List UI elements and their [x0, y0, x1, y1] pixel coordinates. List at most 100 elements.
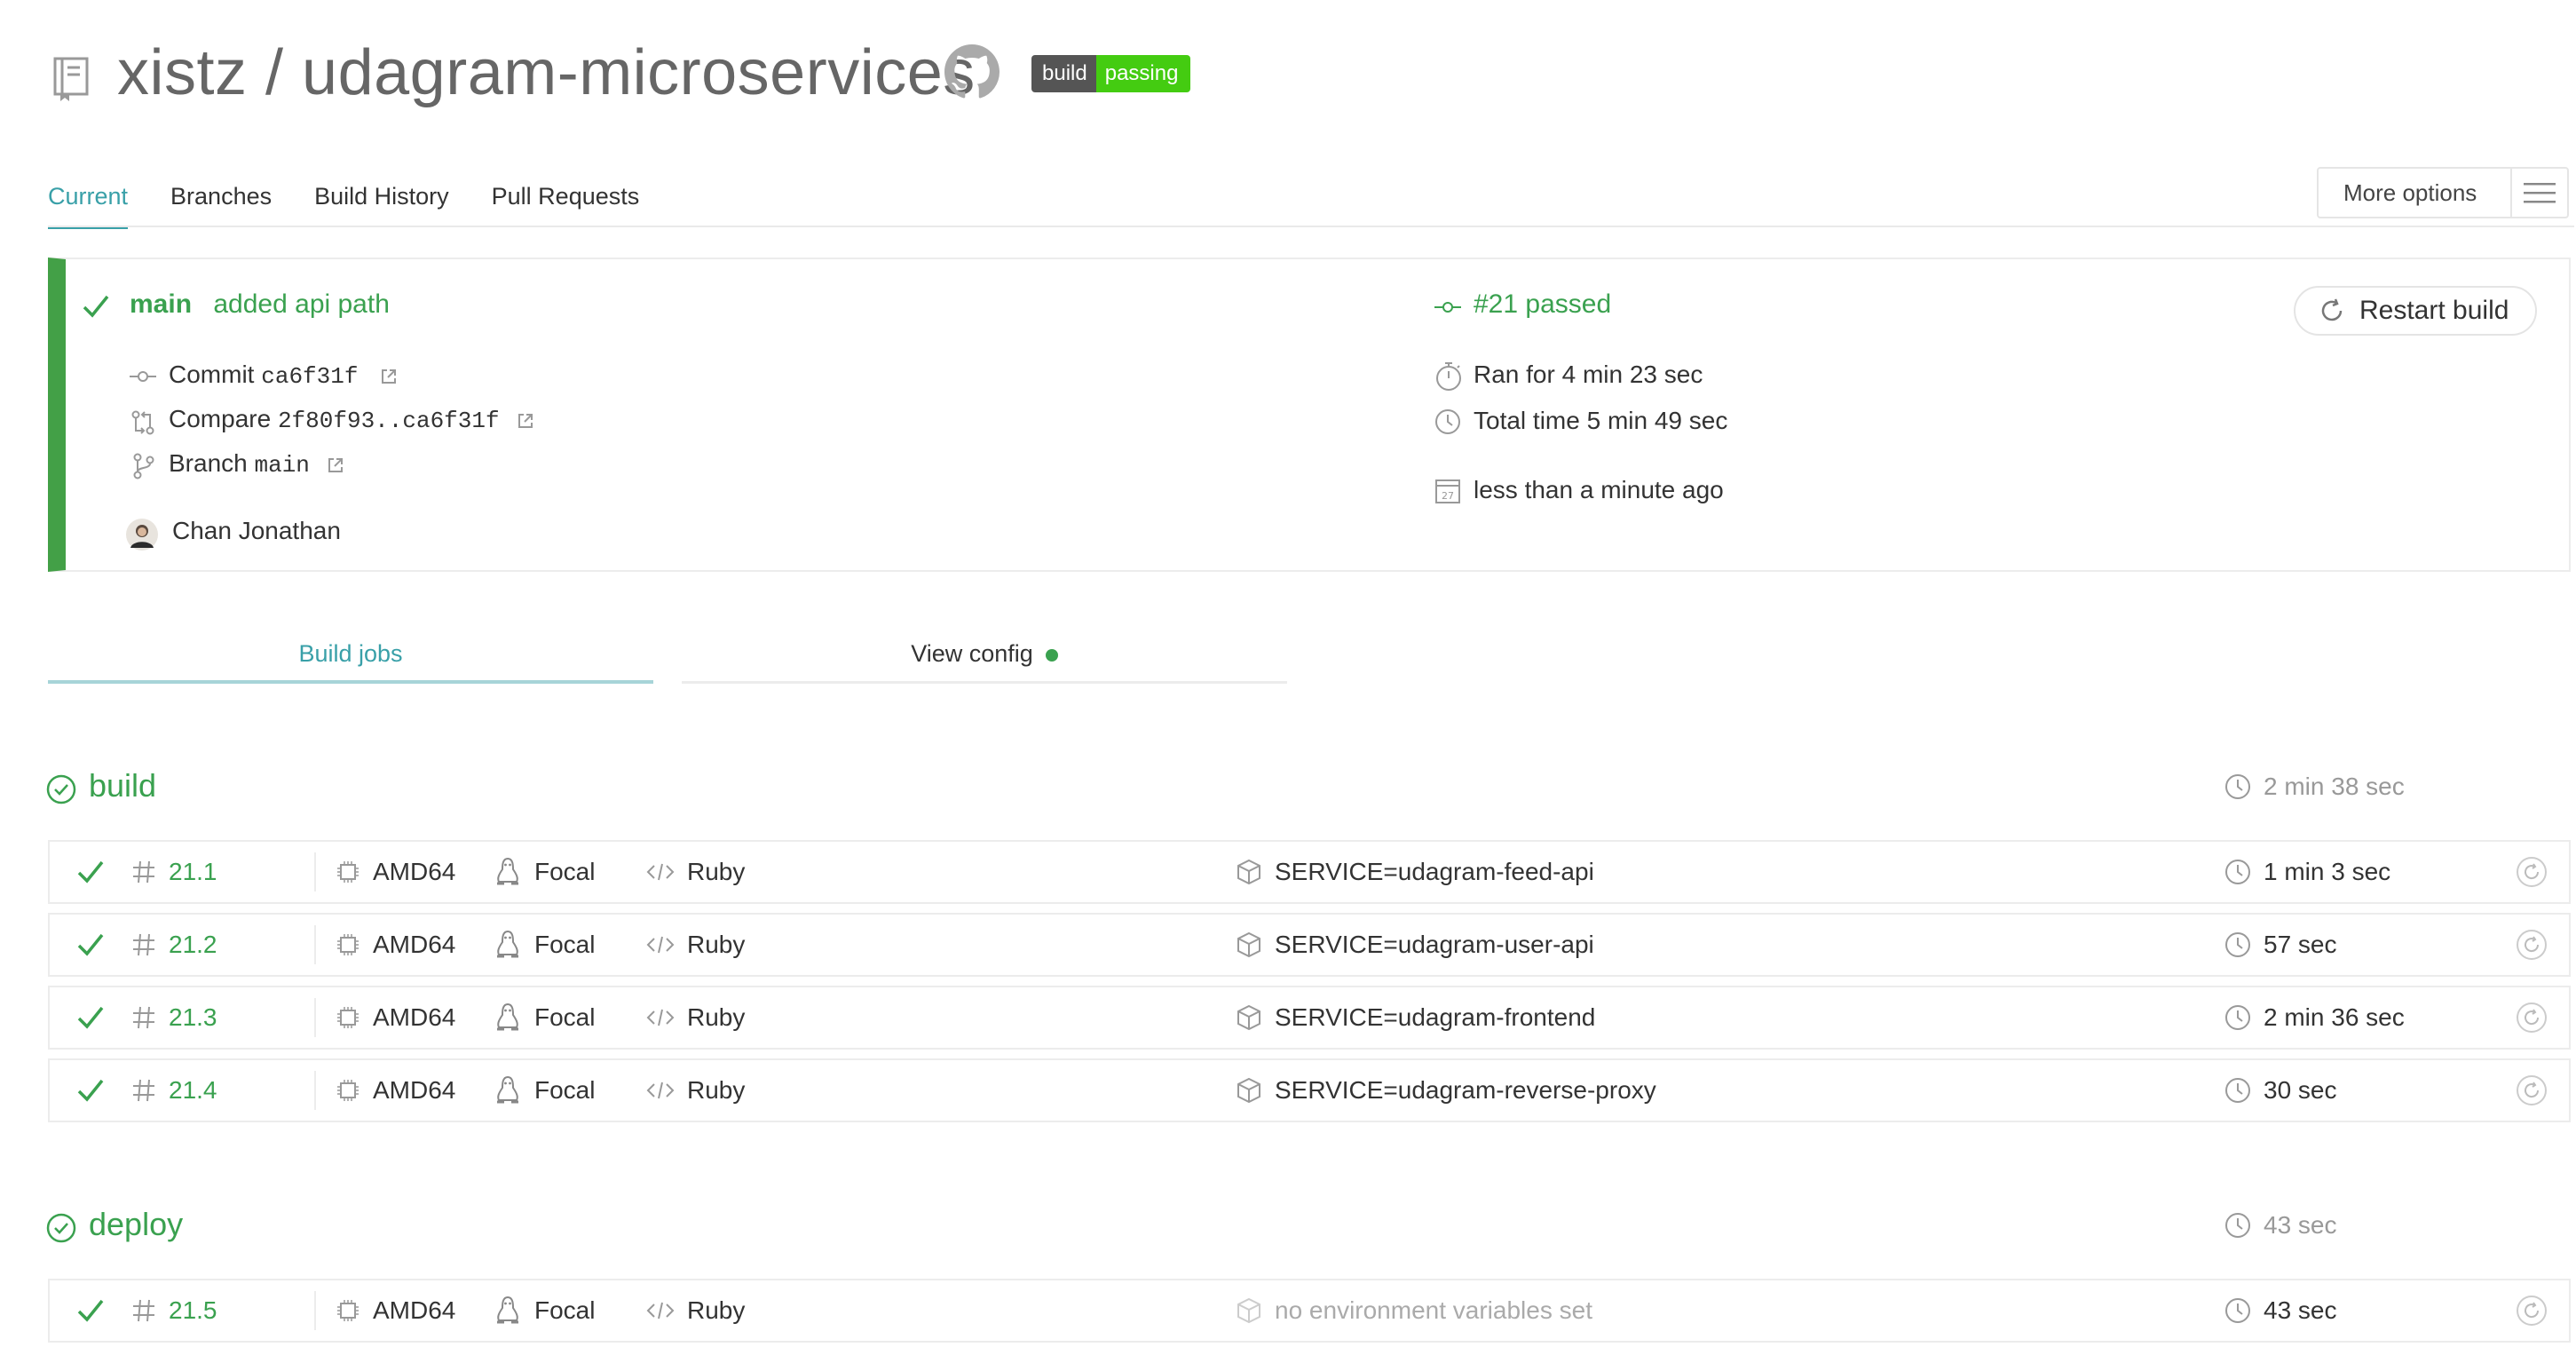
code-icon [646, 1302, 675, 1319]
job-duration-value: 57 sec [2264, 931, 2337, 958]
restart-job-icon[interactable] [2516, 987, 2560, 1048]
job-os-value: Focal [534, 931, 596, 958]
restart-job-icon[interactable] [2516, 915, 2560, 975]
job-language-value: Ruby [687, 1296, 746, 1324]
config-status-dot [1045, 648, 1058, 662]
more-options-button[interactable]: More options [2317, 167, 2569, 218]
hamburger-icon[interactable] [2509, 169, 2567, 217]
code-icon [646, 1082, 675, 1099]
box-icon [1237, 1004, 1260, 1031]
job-language: Ruby [646, 842, 745, 902]
cpu-icon [337, 1080, 359, 1101]
job-env: SERVICE=udagram-frontend [1236, 987, 1595, 1048]
column-divider [314, 852, 316, 891]
tab-view-config[interactable]: View config [682, 630, 1287, 684]
author-name[interactable]: Chan Jonathan [172, 517, 341, 545]
clock-icon [2225, 1213, 2250, 1238]
branch-name: main [254, 452, 310, 479]
restart-job-icon[interactable] [2516, 1280, 2560, 1341]
job-duration: 2 min 36 sec [2224, 987, 2405, 1048]
job-number-value[interactable]: 21.2 [169, 931, 217, 959]
external-link-icon[interactable] [380, 368, 398, 385]
stage-duration-build: 2 min 38 sec [2224, 773, 2405, 801]
commit-link[interactable]: Commit ca6f31f [169, 361, 358, 390]
clock-icon [2225, 1298, 2250, 1323]
box-icon [1237, 859, 1260, 885]
job-env: SERVICE=udagram-user-api [1236, 915, 1594, 975]
external-link-icon[interactable] [517, 412, 534, 430]
job-duration: 1 min 3 sec [2224, 842, 2390, 902]
job-language: Ruby [646, 1280, 745, 1341]
branch-label: Branch [169, 449, 248, 477]
linux-icon [497, 1075, 518, 1104]
job-number-value[interactable]: 21.1 [169, 858, 217, 886]
branch-link[interactable]: main [130, 289, 192, 319]
commit-headline: main added api path [130, 289, 390, 320]
job-number-value[interactable]: 21.3 [169, 1003, 217, 1032]
job-os-value: Focal [534, 1296, 596, 1324]
restart-build-label: Restart build [2359, 296, 2509, 325]
tab-branches[interactable]: Branches [170, 176, 272, 229]
tab-build-jobs[interactable]: Build jobs [48, 630, 653, 684]
clock-icon [1434, 408, 1461, 435]
tab-build-history[interactable]: Build History [314, 176, 449, 229]
compare-label: Compare [169, 405, 272, 432]
job-row[interactable]: 21.4 AMD64 Focal Ruby SERVICE=udagram-re… [48, 1058, 2571, 1122]
linux-icon [497, 930, 518, 958]
job-number-value[interactable]: 21.5 [169, 1296, 217, 1325]
branch-detail-link[interactable]: Branch main [169, 449, 310, 479]
linux-icon [497, 857, 518, 885]
job-os-value: Focal [534, 858, 596, 885]
job-env-value: SERVICE=udagram-reverse-proxy [1275, 1076, 1656, 1104]
job-duration: 43 sec [2224, 1280, 2337, 1341]
job-language: Ruby [646, 915, 745, 975]
compare-range: 2f80f93..ca6f31f [277, 408, 500, 434]
box-icon [1237, 931, 1260, 958]
job-row[interactable]: 21.3 AMD64 Focal Ruby SERVICE=udagram-fr… [48, 986, 2571, 1050]
restart-job-icon[interactable] [2516, 1060, 2560, 1121]
tabs-divider [48, 226, 2574, 227]
linux-icon [497, 1002, 518, 1031]
job-arch: AMD64 [336, 915, 455, 975]
job-duration-value: 43 sec [2264, 1296, 2337, 1324]
build-status-badge[interactable]: build passing [1031, 55, 1191, 92]
job-env-value: SERVICE=udagram-feed-api [1275, 858, 1594, 885]
check-icon [76, 1280, 117, 1341]
tab-current[interactable]: Current [48, 176, 129, 229]
job-arch: AMD64 [336, 842, 455, 902]
restart-icon [2321, 298, 2343, 321]
clock-icon [2225, 932, 2250, 957]
cpu-icon [337, 861, 359, 883]
clock-icon [2225, 774, 2250, 799]
job-number: 21.4 [131, 1060, 217, 1121]
job-number: 21.3 [131, 987, 217, 1048]
badge-value: passing [1095, 55, 1191, 92]
commit-icon [130, 368, 156, 385]
restart-build-button[interactable]: Restart build [2294, 286, 2537, 336]
external-link-icon[interactable] [327, 456, 344, 474]
column-divider [314, 1071, 316, 1110]
repo-owner[interactable]: xistz [117, 37, 248, 108]
check-icon [76, 915, 117, 975]
job-os-value: Focal [534, 1003, 596, 1031]
job-row[interactable]: 21.5 AMD64 Focal Ruby no environment var… [48, 1279, 2571, 1343]
calendar-icon: 27 [1434, 478, 1461, 504]
job-env: no environment variables set [1236, 1280, 1592, 1341]
github-icon[interactable] [944, 44, 1000, 99]
cpu-icon [337, 1007, 359, 1028]
code-icon [646, 936, 675, 954]
tab-pull-requests[interactable]: Pull Requests [492, 176, 640, 229]
job-number-value[interactable]: 21.4 [169, 1076, 217, 1105]
compare-link[interactable]: Compare 2f80f93..ca6f31f [169, 405, 500, 434]
job-row[interactable]: 21.1 AMD64 Focal Ruby SERVICE=udagram-fe… [48, 840, 2571, 904]
job-os: Focal [494, 1280, 595, 1341]
stage-duration-deploy: 43 sec [2224, 1211, 2337, 1240]
hash-icon [133, 1006, 154, 1029]
job-row[interactable]: 21.2 AMD64 Focal Ruby SERVICE=udagram-us… [48, 913, 2571, 977]
job-arch-value: AMD64 [373, 1076, 456, 1104]
build-number-status[interactable]: #21 passed [1474, 289, 1611, 320]
build-jobs-label: Build jobs [298, 640, 403, 667]
restart-job-icon[interactable] [2516, 842, 2560, 902]
job-language-value: Ruby [687, 858, 746, 885]
repo-name[interactable]: udagram-microservices [302, 37, 976, 108]
